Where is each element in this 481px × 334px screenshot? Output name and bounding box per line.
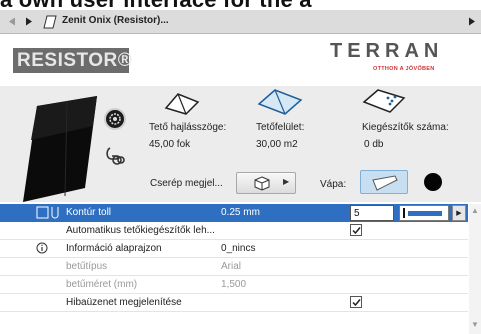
terran-logo: TERRAN OTTHON A JÖVŐBEN: [330, 40, 470, 78]
table-row-auto-accessories[interactable]: Automatikus tetőkiegészítők leh...: [0, 222, 468, 240]
pen-settings-icon[interactable]: [104, 108, 126, 130]
pen-icon: [36, 206, 59, 219]
triangle-left-icon: [9, 17, 15, 26]
forward-button[interactable]: [21, 13, 37, 30]
row-label: Kontúr toll: [66, 207, 112, 218]
triangle-right-icon: [469, 17, 475, 26]
scrollbar[interactable]: [469, 204, 481, 334]
auto-accessories-checkbox[interactable]: [350, 224, 362, 236]
line-type-dropdown[interactable]: ▶: [452, 205, 466, 221]
pen-number-input[interactable]: 5: [350, 205, 394, 221]
valley-label: Vápa:: [320, 179, 347, 190]
valley-color-swatch[interactable]: [424, 173, 442, 191]
roof-tile-image: [23, 96, 97, 202]
roof-area-value: 30,00 m2: [256, 139, 298, 150]
roof-area-icon: [257, 89, 303, 115]
row-value: 0.25 mm: [221, 207, 260, 218]
triangle-right-icon: ▶: [283, 177, 290, 186]
resistor-logo: RESISTOR®: [13, 48, 133, 73]
row-label: Információ alaprajzon: [66, 243, 162, 254]
roof-accessories-icon: [362, 89, 406, 113]
row-label: Hibaüzenet megjelenítése: [66, 297, 182, 308]
row-label: betűtípus: [66, 261, 108, 272]
roof-pitch-label: Tető hajlásszöge:: [149, 122, 227, 133]
back-button[interactable]: [4, 13, 20, 30]
valley-icon: [372, 175, 398, 191]
valley-type-button[interactable]: [360, 170, 408, 194]
scroll-down-icon[interactable]: ▼: [469, 320, 481, 330]
table-row-error-display[interactable]: Hibaüzenet megjelenítése: [0, 294, 468, 312]
gear-icon: [109, 113, 121, 125]
tile-display-button[interactable]: ▶: [236, 172, 296, 194]
row-label: Automatikus tetőkiegészítők leh...: [66, 225, 215, 236]
next-button[interactable]: [465, 13, 479, 30]
roof-area-label: Tetőfelület:: [256, 122, 305, 133]
checkmark-icon: [352, 299, 361, 307]
table-row-floorplan-info[interactable]: Információ alaprajzon 0_nincs: [0, 240, 468, 258]
banner-text: a own user interface for the a: [0, 0, 312, 10]
row-value: 0_nincs: [221, 243, 256, 254]
settings-table: Kontúr toll 0.25 mm 5 ▶ Automatikus tető…: [0, 204, 481, 334]
row-value: Arial: [221, 261, 242, 272]
roof-pitch-icon: [164, 93, 200, 115]
link-icon[interactable]: [104, 144, 126, 166]
tile-display-label: Cserép megjel...: [150, 178, 223, 189]
scroll-up-icon[interactable]: ▲: [469, 206, 481, 216]
row-label: betűméret (mm): [66, 279, 138, 290]
table-row-font-size[interactable]: betűméret (mm) 1,500: [0, 276, 468, 294]
document-icon: [43, 15, 57, 29]
terran-logo-text: TERRAN: [330, 40, 444, 62]
window-title: Zenit Onix (Resistor)...: [62, 15, 169, 26]
error-display-checkbox[interactable]: [350, 296, 362, 308]
accessories-count-value: 0 db: [364, 139, 384, 150]
row-value: 1,500: [221, 279, 247, 290]
table-row-contour-pen[interactable]: Kontúr toll 0.25 mm 5 ▶: [0, 204, 468, 222]
toolbar: Zenit Onix (Resistor)...: [0, 10, 481, 34]
line-type-swatch[interactable]: [399, 205, 449, 221]
roof-pitch-value: 45,00 fok: [149, 139, 191, 150]
top-banner: a own user interface for the a: [0, 0, 481, 10]
terran-tagline: OTTHON A JÖVŐBEN: [373, 66, 435, 72]
info-icon: [36, 242, 48, 254]
triangle-right-icon: [26, 17, 32, 26]
triangle-right-icon: ▶: [456, 210, 462, 217]
checkmark-icon: [352, 227, 361, 235]
table-row-font-type[interactable]: betűtípus Arial: [0, 258, 468, 276]
accessories-count-label: Kiegészítők száma:: [362, 122, 449, 133]
cube-icon: [254, 176, 270, 191]
resistor-logo-text: RESISTOR®: [17, 49, 133, 71]
